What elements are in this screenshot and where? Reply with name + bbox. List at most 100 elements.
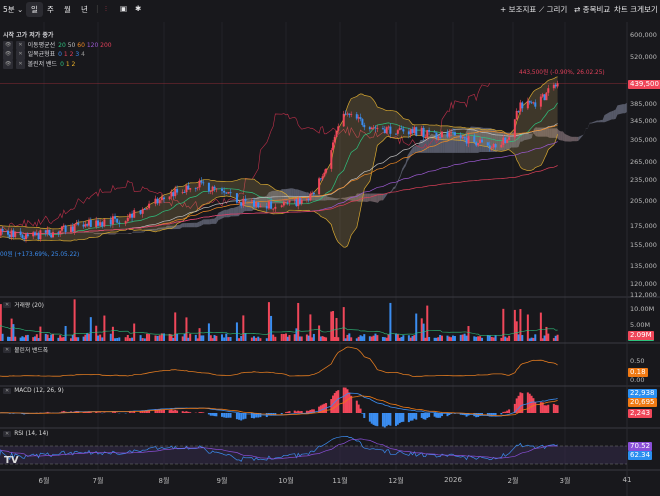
price-tick: 112,000 xyxy=(630,291,657,300)
volume-bar xyxy=(86,333,89,341)
volume-bar xyxy=(448,336,451,341)
volume-bar xyxy=(158,335,161,341)
rsi-panel-title: ✕ RSI (14, 14) xyxy=(3,431,48,437)
eye-icon[interactable]: 👁 xyxy=(3,50,14,60)
histogram-value-tag: 2,243 xyxy=(628,409,653,418)
macd-histogram-bar xyxy=(413,413,416,419)
macd-histogram-bar xyxy=(398,413,401,424)
ichimoku-cloud xyxy=(203,219,210,225)
volume-bar xyxy=(48,338,51,341)
macd-histogram-bar xyxy=(170,409,173,413)
volume-bar xyxy=(490,336,493,341)
macd-histogram-bar xyxy=(554,404,557,413)
macd-histogram-bar xyxy=(506,410,509,413)
volume-bar xyxy=(348,333,351,341)
macd-histogram-bar xyxy=(530,395,533,413)
volume-bar xyxy=(450,337,453,341)
candle-body xyxy=(126,217,129,222)
candle-body xyxy=(172,192,175,197)
volume-bar xyxy=(97,335,99,341)
ichimoku-cloud xyxy=(615,105,618,119)
candle-body xyxy=(333,136,336,143)
macd-value-tag: 22,938 xyxy=(628,389,657,398)
volume-bar xyxy=(209,335,212,341)
macd-histogram-bar xyxy=(128,412,131,413)
volume-bar xyxy=(428,337,431,341)
macd-histogram-bar xyxy=(286,411,289,413)
bbwidth-tick: 0.00 xyxy=(630,376,645,384)
volume-bar xyxy=(270,315,273,341)
candle-body xyxy=(357,117,360,119)
candle-body xyxy=(309,193,312,201)
volume-bar xyxy=(541,338,544,341)
candle-body xyxy=(463,136,466,138)
candle-body xyxy=(46,229,49,233)
volume-bar xyxy=(543,335,546,341)
eye-icon[interactable]: 👁 xyxy=(3,59,14,69)
volume-bar xyxy=(75,337,78,341)
candle-body xyxy=(88,219,90,226)
volume-bar xyxy=(189,333,192,341)
candle-body xyxy=(32,232,35,237)
volume-bar xyxy=(517,334,520,341)
volume-bar xyxy=(118,337,121,341)
candle-body xyxy=(411,129,414,133)
candle-body xyxy=(26,234,29,237)
candle-body xyxy=(305,198,308,200)
candle-body xyxy=(0,228,2,236)
macd-histogram-bar xyxy=(407,413,410,423)
volume-bar xyxy=(333,336,336,341)
candle-body xyxy=(111,216,114,225)
ichimoku-cloud xyxy=(186,223,189,228)
close-icon[interactable]: ✕ xyxy=(3,431,12,437)
ichimoku-cloud xyxy=(623,104,625,114)
close-icon[interactable]: ✕ xyxy=(3,346,12,353)
candle-body xyxy=(35,232,38,236)
candle-body xyxy=(170,192,173,197)
volume-bar xyxy=(25,335,27,341)
current-price-tag: 439,500 xyxy=(628,80,660,89)
volume-bar xyxy=(413,335,416,341)
eye-icon[interactable]: 👁 xyxy=(3,40,14,50)
price-tick: 205,000 xyxy=(630,197,657,206)
volume-bar xyxy=(395,333,397,341)
candle-body xyxy=(465,137,468,144)
close-icon[interactable]: ✕ xyxy=(16,50,25,60)
volume-bar xyxy=(244,333,247,341)
volume-bar xyxy=(534,334,537,341)
ichimoku-cloud xyxy=(591,120,598,124)
candle-body xyxy=(319,178,322,180)
volume-bar xyxy=(359,335,362,341)
macd-histogram-bar xyxy=(163,409,165,413)
volume-bar xyxy=(556,334,559,341)
volume-bar xyxy=(196,338,199,341)
ichimoku-cloud xyxy=(179,223,183,229)
volume-bar xyxy=(346,334,349,341)
ichimoku-cloud xyxy=(226,208,229,218)
candle-body xyxy=(82,224,85,227)
volume-bar xyxy=(84,334,87,341)
close-icon[interactable]: ✕ xyxy=(3,388,12,394)
price-tick: 265,000 xyxy=(630,157,657,166)
legend-ma: 👁 ✕ 이동평균선 20 50 60 120 200 xyxy=(3,40,112,50)
candle-body xyxy=(361,119,364,125)
candle-body xyxy=(372,127,375,129)
candle-body xyxy=(189,188,192,190)
candle-body xyxy=(521,102,524,109)
candle-body xyxy=(185,185,188,193)
close-icon[interactable]: ✕ xyxy=(16,40,25,50)
volume-bar xyxy=(433,337,436,341)
volume-bar xyxy=(453,335,456,341)
candle-body xyxy=(321,176,324,180)
volume-bar xyxy=(148,334,151,341)
close-icon[interactable]: ✕ xyxy=(3,301,12,308)
macd-histogram-bar xyxy=(433,413,436,417)
close-icon[interactable]: ✕ xyxy=(16,59,25,69)
legend: 시작 고가 저가 종가 👁 ✕ 이동평균선 20 50 60 120 200 👁 ✕ 일목… xyxy=(3,31,112,69)
ichimoku-cloud xyxy=(604,111,611,123)
legend-param: 4 xyxy=(81,51,85,58)
ichimoku-cloud xyxy=(598,119,601,123)
macd-histogram-bar xyxy=(111,412,114,413)
ma-20-line xyxy=(0,102,558,235)
volume-bar xyxy=(82,336,85,341)
